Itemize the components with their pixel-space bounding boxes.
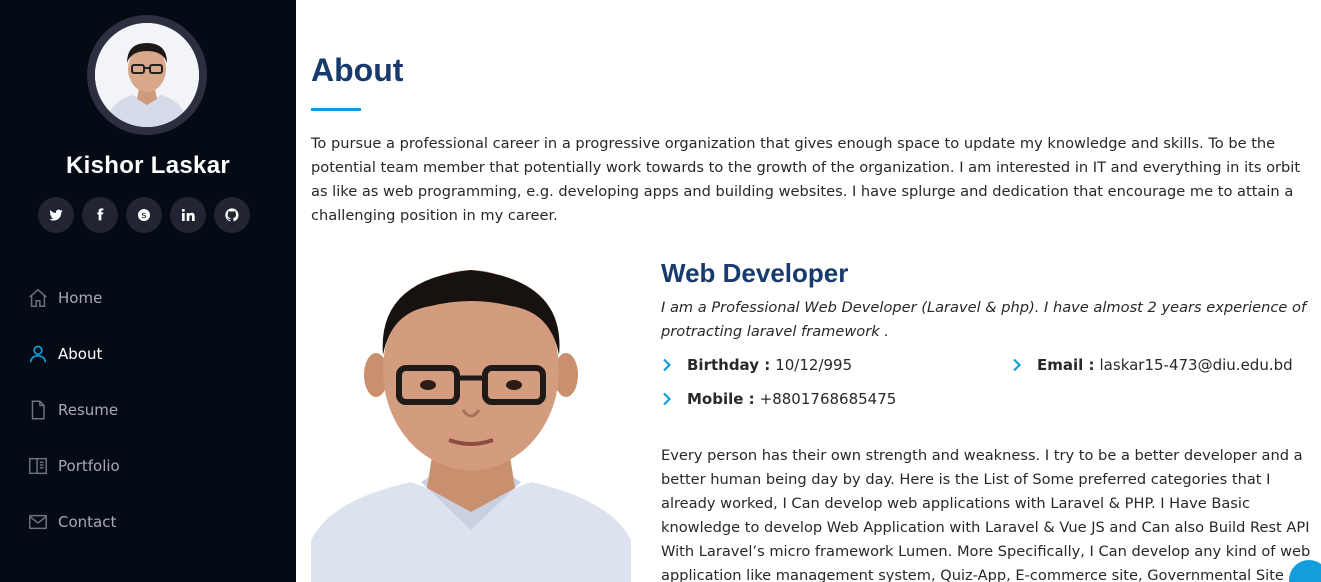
profile-photo bbox=[311, 250, 631, 582]
info-email: Email : laskar15-473@diu.edu.bd bbox=[1011, 356, 1293, 374]
nav-item-portfolio[interactable]: Portfolio bbox=[26, 438, 120, 494]
mobile-value: +8801768685475 bbox=[759, 390, 897, 408]
linkedin-link[interactable] bbox=[170, 197, 206, 233]
twitter-link[interactable] bbox=[38, 197, 74, 233]
section-title: About bbox=[311, 52, 404, 88]
about-details: Web Developer I am a Professional Web De… bbox=[661, 256, 1321, 582]
profile-name: Kishor Laskar bbox=[66, 152, 230, 179]
birthday-label: Birthday : bbox=[687, 356, 771, 374]
profile-avatar bbox=[87, 15, 207, 135]
linkedin-icon bbox=[181, 208, 195, 221]
about-intro: To pursue a professional career in a pro… bbox=[311, 135, 1301, 224]
sidebar-nav: Home About Resume Portfolio Contact bbox=[26, 270, 120, 550]
user-icon bbox=[26, 342, 50, 366]
nav-item-home[interactable]: Home bbox=[26, 270, 120, 326]
book-icon bbox=[26, 454, 50, 478]
chevron-right-icon bbox=[661, 392, 675, 406]
nav-item-about[interactable]: About bbox=[26, 326, 120, 382]
info-birthday: Birthday : 10/12/995 bbox=[661, 356, 852, 374]
nav-label-home: Home bbox=[58, 289, 103, 307]
sidebar: Kishor Laskar Home About Resume Portfoli… bbox=[0, 0, 296, 582]
envelope-icon bbox=[26, 510, 50, 534]
nav-label-contact: Contact bbox=[58, 513, 117, 531]
nav-label-portfolio: Portfolio bbox=[58, 457, 120, 475]
skype-link[interactable] bbox=[126, 197, 162, 233]
chevron-right-icon bbox=[661, 358, 675, 372]
chevron-right-icon bbox=[1011, 358, 1025, 372]
info-list: Birthday : 10/12/995 Email : laskar15-47… bbox=[661, 356, 1321, 426]
nav-item-contact[interactable]: Contact bbox=[26, 494, 120, 550]
email-value: laskar15-473@diu.edu.bd bbox=[1099, 356, 1293, 374]
facebook-link[interactable] bbox=[82, 197, 118, 233]
skype-icon bbox=[138, 209, 150, 221]
nav-label-about: About bbox=[58, 345, 103, 363]
role-description: I am a Professional Web Developer (Larav… bbox=[661, 299, 1307, 340]
email-label: Email : bbox=[1037, 356, 1095, 374]
main-content: About To pursue a professional career in… bbox=[296, 0, 1321, 582]
role-title: Web Developer bbox=[661, 258, 849, 288]
file-icon bbox=[26, 398, 50, 422]
about-body: Every person has their own strength and … bbox=[661, 447, 1311, 582]
home-icon bbox=[26, 286, 50, 310]
twitter-icon bbox=[49, 209, 63, 221]
nav-item-resume[interactable]: Resume bbox=[26, 382, 120, 438]
github-icon bbox=[225, 208, 239, 222]
title-underline bbox=[311, 108, 361, 111]
birthday-value: 10/12/995 bbox=[775, 356, 853, 374]
mobile-label: Mobile : bbox=[687, 390, 755, 408]
facebook-icon bbox=[97, 208, 104, 221]
info-mobile: Mobile : +8801768685475 bbox=[661, 390, 896, 408]
github-link[interactable] bbox=[214, 197, 250, 233]
nav-label-resume: Resume bbox=[58, 401, 119, 419]
social-links bbox=[38, 197, 250, 233]
